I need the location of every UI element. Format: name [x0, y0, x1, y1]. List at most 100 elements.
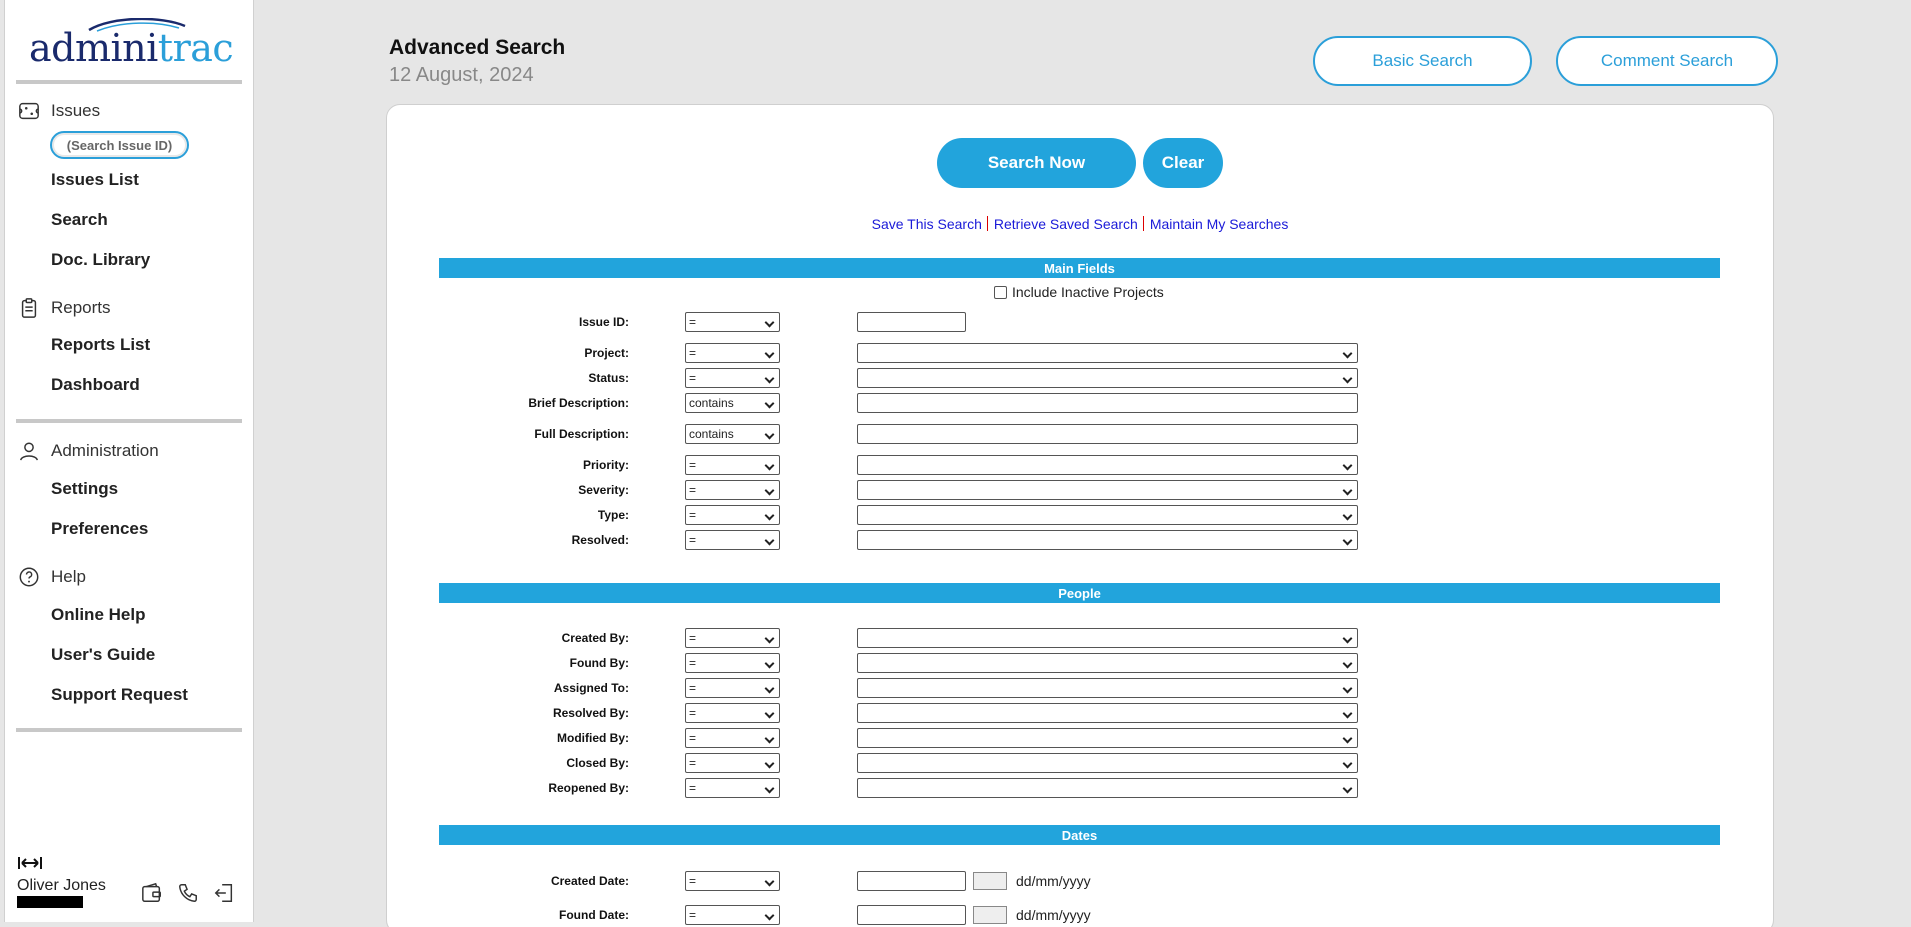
user-name: Oliver Jones [17, 877, 106, 894]
value-select[interactable] [857, 703, 1358, 723]
operator-select[interactable]: = [685, 753, 780, 773]
phone-icon[interactable] [177, 882, 199, 904]
page-date: 12 August, 2024 [389, 64, 534, 86]
field-row-reopened-by: Reopened By: = [387, 778, 1773, 798]
operator-select[interactable]: = [685, 628, 780, 648]
value-select[interactable] [857, 628, 1358, 648]
page-title: Advanced Search [389, 36, 566, 59]
help-circle-icon [19, 567, 39, 587]
field-label: Full Description: [534, 427, 629, 441]
sidebar-section-label: Administration [51, 441, 159, 460]
sidebar-section-administration[interactable]: Administration [18, 440, 159, 462]
logout-icon[interactable] [213, 882, 235, 904]
sidebar-section-reports[interactable]: Reports [18, 297, 111, 319]
clear-button[interactable]: Clear [1143, 138, 1223, 188]
basic-search-button[interactable]: Basic Search [1313, 36, 1532, 86]
field-label: Found By: [569, 656, 629, 670]
field-row-status: Status: = [387, 368, 1773, 388]
value-input[interactable] [857, 393, 1358, 413]
operator-select[interactable]: = [685, 455, 780, 475]
sidebar-item-issues-list[interactable]: Issues List [51, 170, 139, 190]
date-format-hint: dd/mm/yyyy [1016, 873, 1091, 889]
save-search-link[interactable]: Save This Search [872, 216, 982, 232]
calendar-icon[interactable] [973, 906, 1007, 924]
field-label: Assigned To: [553, 681, 629, 695]
include-inactive-option[interactable]: Include Inactive Projects [994, 284, 1164, 300]
field-row-resolved: Resolved: = [387, 530, 1773, 550]
operator-select[interactable]: = [685, 653, 780, 673]
footer-icons [141, 882, 235, 904]
field-label: Closed By: [566, 756, 629, 770]
field-label: Priority: [582, 458, 629, 472]
value-select[interactable] [857, 530, 1358, 550]
link-separator [1142, 216, 1144, 231]
field-row-found-date: Found Date: = dd/mm/yyyy [387, 905, 1773, 925]
value-select[interactable] [857, 480, 1358, 500]
field-row-project: Project: = [387, 343, 1773, 363]
sidebar-item-settings[interactable]: Settings [51, 479, 118, 499]
search-panel: Search Now Clear Save This Search Retriev… [386, 104, 1774, 927]
sidebar-item-online-help[interactable]: Online Help [51, 605, 145, 625]
operator-select[interactable]: = [685, 728, 780, 748]
link-separator [986, 216, 988, 231]
value-input[interactable] [857, 424, 1358, 444]
operator-select[interactable]: = [685, 505, 780, 525]
operator-select[interactable]: = [685, 778, 780, 798]
sidebar-item-reports-list[interactable]: Reports List [51, 335, 150, 355]
sidebar-item-preferences[interactable]: Preferences [51, 519, 148, 539]
field-row-priority: Priority: = [387, 455, 1773, 475]
field-label: Created Date: [550, 874, 629, 888]
value-select[interactable] [857, 368, 1358, 388]
field-row-created-date: Created Date: = dd/mm/yyyy [387, 871, 1773, 891]
sidebar-item-search[interactable]: Search [51, 210, 108, 230]
include-inactive-checkbox[interactable] [994, 285, 1007, 299]
search-now-button[interactable]: Search Now [937, 138, 1136, 188]
sidebar: adminitrac Issues (Search Issue ID) Issu… [4, 0, 254, 922]
wallet-icon[interactable] [141, 882, 163, 904]
sidebar-item-users-guide[interactable]: User's Guide [51, 645, 155, 665]
sidebar-item-doc-library[interactable]: Doc. Library [51, 250, 150, 270]
date-input[interactable] [857, 905, 966, 925]
operator-select[interactable]: contains [685, 393, 780, 413]
field-label: Status: [588, 371, 629, 385]
sidebar-section-issues[interactable]: Issues [18, 100, 100, 122]
value-select[interactable] [857, 778, 1358, 798]
value-select[interactable] [857, 753, 1358, 773]
operator-select[interactable]: contains [685, 424, 780, 444]
calendar-icon[interactable] [973, 872, 1007, 890]
operator-select[interactable]: = [685, 368, 780, 388]
operator-select[interactable]: = [685, 678, 780, 698]
sidebar-item-support-request[interactable]: Support Request [51, 685, 188, 705]
operator-select[interactable]: = [685, 703, 780, 723]
operator-select[interactable]: = [685, 871, 780, 891]
value-select[interactable] [857, 653, 1358, 673]
maintain-searches-link[interactable]: Maintain My Searches [1150, 216, 1289, 232]
field-label: Reopened By: [548, 781, 629, 795]
value-select[interactable] [857, 678, 1358, 698]
operator-select[interactable]: = [685, 905, 780, 925]
field-row-resolved-by: Resolved By: = [387, 703, 1773, 723]
search-issue-id-input[interactable]: (Search Issue ID) [50, 131, 189, 159]
sidebar-item-dashboard[interactable]: Dashboard [51, 375, 140, 395]
operator-select[interactable]: = [685, 530, 780, 550]
operator-select[interactable]: = [685, 312, 780, 332]
field-row-type: Type: = [387, 505, 1773, 525]
user-redacted-bar [17, 896, 83, 908]
comment-search-button[interactable]: Comment Search [1556, 36, 1778, 86]
operator-select[interactable]: = [685, 343, 780, 363]
value-select[interactable] [857, 455, 1358, 475]
sidebar-section-help[interactable]: Help [18, 566, 86, 588]
date-input[interactable] [857, 871, 966, 891]
value-select[interactable] [857, 505, 1358, 525]
field-row-full-description: Full Description: contains [387, 424, 1773, 444]
retrieve-search-link[interactable]: Retrieve Saved Search [994, 216, 1138, 232]
field-row-brief-description: Brief Description: contains [387, 393, 1773, 413]
value-select[interactable] [857, 343, 1358, 363]
value-input[interactable] [857, 312, 966, 332]
sidebar-section-label: Reports [51, 298, 111, 317]
expand-collapse-icon[interactable] [18, 856, 42, 870]
adminitrac-logo[interactable]: adminitrac [27, 16, 237, 72]
ticket-icon [19, 102, 39, 120]
value-select[interactable] [857, 728, 1358, 748]
operator-select[interactable]: = [685, 480, 780, 500]
